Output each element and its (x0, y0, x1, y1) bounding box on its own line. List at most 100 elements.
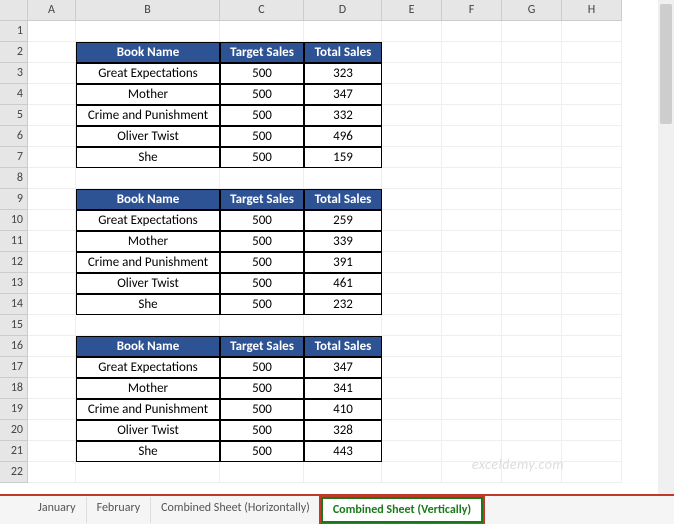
cell-G6[interactable] (502, 126, 562, 147)
cell-G11[interactable] (502, 231, 562, 252)
cell-B8[interactable] (76, 168, 220, 189)
cell-F5[interactable] (442, 105, 502, 126)
cell-C2[interactable]: Target Sales (220, 42, 304, 63)
cell-E4[interactable] (382, 84, 442, 105)
row-header-2[interactable]: 2 (0, 42, 28, 63)
cell-H8[interactable] (562, 168, 622, 189)
cell-C22[interactable] (220, 462, 304, 483)
cell-C1[interactable] (220, 21, 304, 42)
cell-C6[interactable]: 500 (220, 126, 304, 147)
cell-E6[interactable] (382, 126, 442, 147)
cell-D19[interactable]: 410 (304, 399, 382, 420)
cell-A18[interactable] (28, 378, 76, 399)
cell-A9[interactable] (28, 189, 76, 210)
cell-E7[interactable] (382, 147, 442, 168)
row-header-1[interactable]: 1 (0, 21, 28, 42)
row-header-11[interactable]: 11 (0, 231, 28, 252)
cell-H19[interactable] (562, 399, 622, 420)
cell-H3[interactable] (562, 63, 622, 84)
cell-G5[interactable] (502, 105, 562, 126)
cell-F8[interactable] (442, 168, 502, 189)
cell-D10[interactable]: 259 (304, 210, 382, 231)
scrollbar-thumb[interactable] (660, 4, 672, 124)
cell-H20[interactable] (562, 420, 622, 441)
cell-D2[interactable]: Total Sales (304, 42, 382, 63)
row-header-3[interactable]: 3 (0, 63, 28, 84)
cell-C17[interactable]: 500 (220, 357, 304, 378)
row-header-17[interactable]: 17 (0, 357, 28, 378)
cell-C16[interactable]: Target Sales (220, 336, 304, 357)
cell-A17[interactable] (28, 357, 76, 378)
cell-D16[interactable]: Total Sales (304, 336, 382, 357)
cell-D21[interactable]: 443 (304, 441, 382, 462)
cell-A6[interactable] (28, 126, 76, 147)
cell-C8[interactable] (220, 168, 304, 189)
cell-B9[interactable]: Book Name (76, 189, 220, 210)
column-header-A[interactable]: A (28, 0, 76, 21)
cell-H22[interactable] (562, 462, 622, 483)
row-header-13[interactable]: 13 (0, 273, 28, 294)
cell-G10[interactable] (502, 210, 562, 231)
row-header-7[interactable]: 7 (0, 147, 28, 168)
column-header-B[interactable]: B (76, 0, 220, 21)
cell-B16[interactable]: Book Name (76, 336, 220, 357)
cell-A14[interactable] (28, 294, 76, 315)
cell-B3[interactable]: Great Expectations (76, 63, 220, 84)
cell-E19[interactable] (382, 399, 442, 420)
cell-B15[interactable] (76, 315, 220, 336)
cell-B18[interactable]: Mother (76, 378, 220, 399)
cell-D20[interactable]: 328 (304, 420, 382, 441)
cell-E14[interactable] (382, 294, 442, 315)
cell-B11[interactable]: Mother (76, 231, 220, 252)
cell-G8[interactable] (502, 168, 562, 189)
cell-F11[interactable] (442, 231, 502, 252)
cell-E13[interactable] (382, 273, 442, 294)
cell-G4[interactable] (502, 84, 562, 105)
cell-B5[interactable]: Crime and Punishment (76, 105, 220, 126)
cell-G20[interactable] (502, 420, 562, 441)
spreadsheet-grid[interactable]: ABCDEFGH12Book NameTarget SalesTotal Sal… (0, 0, 674, 483)
column-header-H[interactable]: H (562, 0, 622, 21)
cell-C15[interactable] (220, 315, 304, 336)
sheet-tab-combined-sheet-horizontally-[interactable]: Combined Sheet (Horizontally) (151, 497, 321, 523)
cell-D17[interactable]: 347 (304, 357, 382, 378)
column-header-C[interactable]: C (220, 0, 304, 21)
cell-E17[interactable] (382, 357, 442, 378)
cell-A11[interactable] (28, 231, 76, 252)
cell-D15[interactable] (304, 315, 382, 336)
cell-G9[interactable] (502, 189, 562, 210)
sheet-tab-february[interactable]: February (87, 497, 152, 523)
cell-F1[interactable] (442, 21, 502, 42)
cell-F20[interactable] (442, 420, 502, 441)
cell-H6[interactable] (562, 126, 622, 147)
cell-A7[interactable] (28, 147, 76, 168)
cell-E22[interactable] (382, 462, 442, 483)
cell-F17[interactable] (442, 357, 502, 378)
cell-D5[interactable]: 332 (304, 105, 382, 126)
cell-C12[interactable]: 500 (220, 252, 304, 273)
cell-C7[interactable]: 500 (220, 147, 304, 168)
cell-E1[interactable] (382, 21, 442, 42)
row-header-8[interactable]: 8 (0, 168, 28, 189)
cell-H11[interactable] (562, 231, 622, 252)
cell-F18[interactable] (442, 378, 502, 399)
cell-G18[interactable] (502, 378, 562, 399)
cell-G15[interactable] (502, 315, 562, 336)
row-header-4[interactable]: 4 (0, 84, 28, 105)
cell-D13[interactable]: 461 (304, 273, 382, 294)
cell-B19[interactable]: Crime and Punishment (76, 399, 220, 420)
cell-F10[interactable] (442, 210, 502, 231)
cell-A8[interactable] (28, 168, 76, 189)
cell-A22[interactable] (28, 462, 76, 483)
cell-D3[interactable]: 323 (304, 63, 382, 84)
cell-B7[interactable]: She (76, 147, 220, 168)
cell-C21[interactable]: 500 (220, 441, 304, 462)
cell-D4[interactable]: 347 (304, 84, 382, 105)
cell-E15[interactable] (382, 315, 442, 336)
cell-H2[interactable] (562, 42, 622, 63)
cell-C19[interactable]: 500 (220, 399, 304, 420)
cell-D11[interactable]: 339 (304, 231, 382, 252)
cell-E3[interactable] (382, 63, 442, 84)
cell-F3[interactable] (442, 63, 502, 84)
cell-G17[interactable] (502, 357, 562, 378)
